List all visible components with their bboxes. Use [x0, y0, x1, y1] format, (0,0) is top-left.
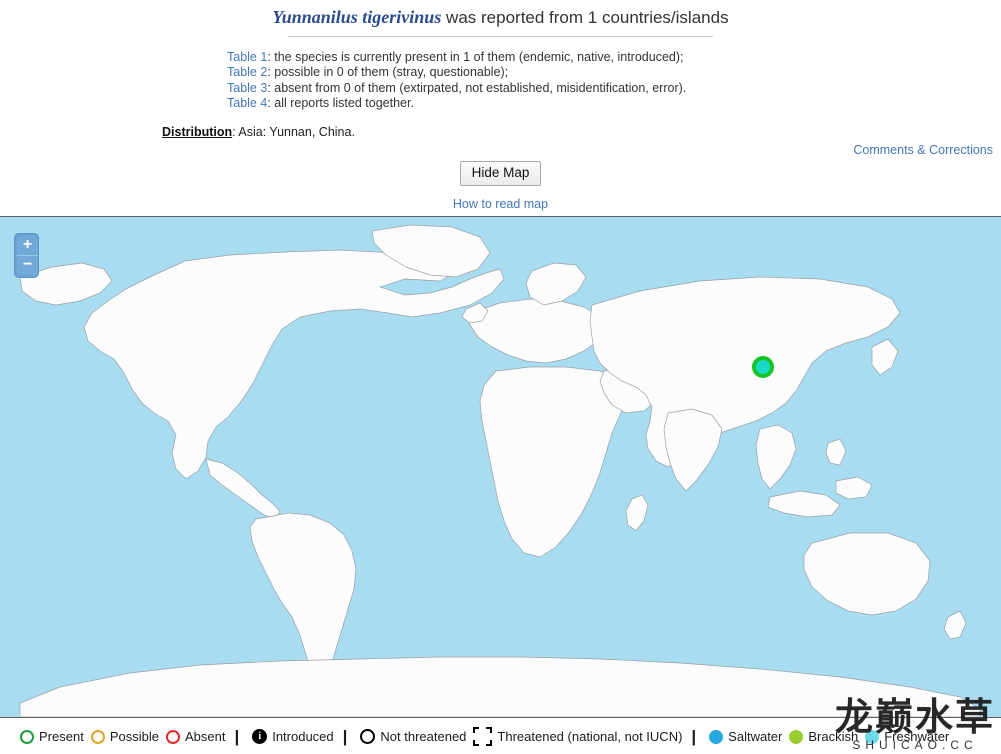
legend-item-brackish[interactable]: Brackish	[789, 729, 858, 744]
legend-item-threatened[interactable]: Threatened (national, not IUCN)	[473, 727, 682, 746]
legend-label: Brackish	[808, 729, 859, 744]
legend-label: Freshwater	[884, 729, 950, 744]
freshwater-dot-icon	[865, 729, 880, 744]
zoom-out-button[interactable]: −	[17, 256, 38, 275]
legend-item-freshwater[interactable]: Freshwater	[865, 729, 949, 744]
table-1-link[interactable]: Table 1	[227, 50, 267, 64]
zoom-in-button[interactable]: +	[17, 236, 38, 256]
map-controls: Hide Map How to read map	[0, 161, 1001, 211]
title-divider	[288, 36, 713, 37]
table-row: Table 2: possible in 0 of them (stray, q…	[227, 65, 1001, 81]
map-landmasses	[19, 224, 981, 717]
not-threatened-circle-icon	[360, 729, 376, 744]
table-row: Table 1: the species is currently presen…	[227, 49, 1001, 65]
table-1-text: : the species is currently present in 1 …	[267, 49, 684, 64]
brackish-dot-icon	[789, 729, 804, 744]
legend-item-saltwater[interactable]: Saltwater	[709, 729, 782, 744]
map-legend: Present Possible Absent | i Introduced |…	[0, 719, 1001, 754]
legend-label: Present	[39, 729, 84, 744]
page-title: Yunnanilus tigerivinus was reported from…	[0, 0, 1001, 29]
comments-and-corrections-link[interactable]: Comments & Corrections	[853, 143, 993, 157]
legend-label: Introduced	[272, 729, 334, 744]
possible-circle-icon	[90, 729, 105, 744]
table-row: Table 4: all reports listed together.	[227, 96, 1001, 112]
world-map[interactable]: + −	[0, 216, 1001, 718]
legend-label: Possible	[109, 729, 159, 744]
table-row: Table 3: absent from 0 of them (extirpat…	[227, 80, 1001, 96]
distribution-label: Distribution	[162, 125, 233, 139]
legend-label: Saltwater	[728, 729, 783, 744]
legend-item-possible[interactable]: Possible	[90, 729, 159, 744]
legend-separator: |	[342, 726, 348, 746]
table-3-link[interactable]: Table 3	[227, 81, 267, 95]
legend-separator: |	[234, 726, 240, 746]
present-circle-icon	[20, 729, 34, 744]
occurrence-marker[interactable]	[752, 356, 774, 378]
distribution-line: Distribution: Asia: Yunnan, China.	[0, 125, 1001, 139]
distribution-value: : Asia: Yunnan, China.	[232, 125, 355, 139]
table-links-block: Table 1: the species is currently presen…	[0, 49, 1001, 111]
saltwater-dot-icon	[709, 729, 724, 744]
legend-separator: |	[691, 726, 697, 746]
legend-item-absent[interactable]: Absent	[165, 729, 226, 744]
table-3-text: : absent from 0 of them (extirpated, not…	[267, 80, 687, 95]
table-2-text: : possible in 0 of them (stray, question…	[267, 65, 509, 79]
legend-label: Absent	[184, 729, 226, 744]
legend-item-introduced[interactable]: i Introduced	[252, 729, 334, 744]
hide-map-button[interactable]: Hide Map	[459, 161, 542, 186]
species-name: Yunnanilus tigerivinus	[272, 7, 442, 27]
legend-item-not-threatened[interactable]: Not threatened	[360, 729, 466, 744]
introduced-info-icon: i	[252, 729, 268, 744]
table-4-link[interactable]: Table 4	[227, 96, 267, 110]
how-to-read-map-link[interactable]: How to read map	[0, 197, 1001, 211]
legend-item-present[interactable]: Present	[20, 729, 84, 744]
table-4-text: : all reports listed together.	[267, 96, 414, 110]
absent-circle-icon	[165, 729, 180, 744]
threatened-dashed-circle-icon	[473, 727, 493, 746]
table-2-link[interactable]: Table 2	[227, 65, 267, 79]
page-title-suffix: was reported from 1 countries/islands	[441, 8, 729, 27]
map-zoom-control[interactable]: + −	[14, 233, 39, 278]
legend-label: Not threatened	[380, 729, 467, 744]
legend-label: Threatened (national, not IUCN)	[497, 729, 683, 744]
